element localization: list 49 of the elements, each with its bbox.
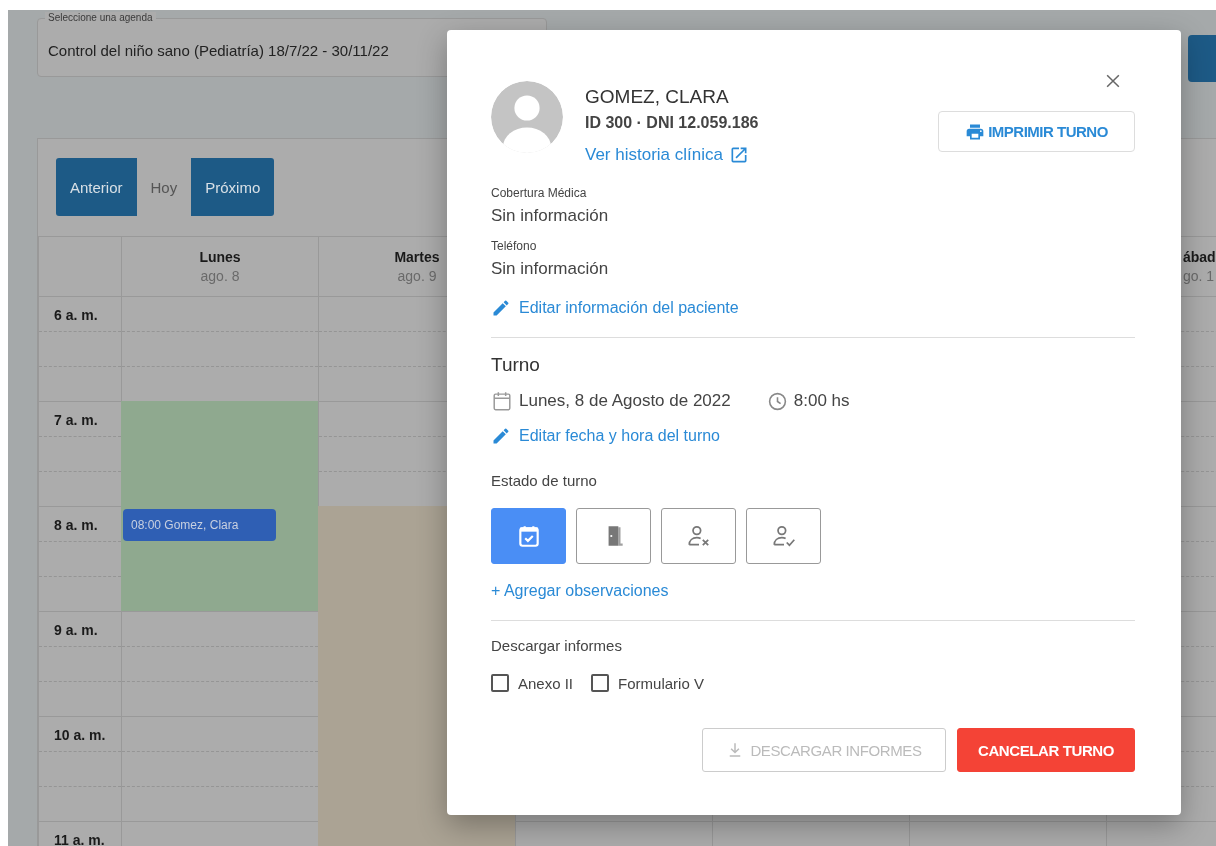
checkbox-label: Anexo II	[518, 674, 574, 692]
day-name: Martes	[394, 249, 440, 265]
field-label: Teléfono	[491, 239, 538, 253]
hour-label: 10 a. m.	[54, 727, 106, 743]
hour-label: 8 a. m.	[54, 517, 98, 533]
appointment-date: Lunes, 8 de Agosto de 2022	[519, 391, 731, 411]
day-date: ago. 9	[397, 268, 437, 284]
clinical-history-link[interactable]: Ver historia clínica	[585, 145, 749, 165]
status-button[interactable]	[746, 508, 821, 564]
field-value: Sin información	[491, 259, 610, 279]
appointment-event[interactable]: 08:00 Gomez, Clara	[123, 509, 276, 541]
edit-date-link[interactable]: Editar fecha y hora del turno	[491, 426, 720, 446]
section-title: Turno	[491, 354, 541, 376]
patient-name: GOMEZ, CLARA	[585, 86, 730, 108]
previous-button[interactable]: Anterior	[56, 158, 137, 216]
checkbox-label: Formulario V	[618, 674, 704, 692]
status-button[interactable]	[491, 508, 566, 564]
print-button[interactable]: IMPRIMIR TURNO	[938, 111, 1135, 152]
day-name: Lunes	[199, 249, 241, 265]
day-name: ábad	[1183, 249, 1216, 265]
edit-patient-link[interactable]: Editar información del paciente	[491, 298, 739, 318]
appointment-time: 8:00 hs	[793, 391, 850, 411]
field-value: Sin información	[491, 206, 610, 226]
section-label: Estado de turno	[491, 472, 598, 489]
cancel-appointment-button[interactable]: CANCELAR TURNO	[957, 728, 1135, 772]
person-check-icon	[770, 523, 797, 549]
patient-ids: ID 300 · DNI 12.059.186	[585, 114, 760, 132]
hour-label: 9 a. m.	[54, 622, 98, 638]
add-observations-link[interactable]: + Agregar observaciones	[491, 582, 669, 600]
section-label: Descargar informes	[491, 637, 623, 654]
status-button[interactable]	[661, 508, 736, 564]
checkbox[interactable]	[591, 674, 610, 692]
field-label: Seleccione una agenda	[45, 12, 156, 23]
hour-label: 11 a. m.	[54, 832, 105, 846]
day-date: go. 1	[1183, 268, 1215, 284]
calendar-icon	[491, 390, 513, 412]
avatar-placeholder	[491, 81, 563, 153]
pencil-icon	[491, 298, 511, 318]
status-button[interactable]	[576, 508, 651, 564]
next-button[interactable]: Próximo	[191, 158, 275, 216]
hour-label: 6 a. m.	[54, 307, 98, 323]
clock-icon	[766, 390, 788, 412]
hour-label: 7 a. m.	[54, 412, 98, 428]
pencil-icon	[491, 426, 511, 446]
checkbox[interactable]	[491, 674, 509, 692]
field-value: Control del niño sano (Pediatría) 18/7/22 - 30/11/22	[48, 42, 389, 59]
day-date: ago. 8	[200, 268, 240, 284]
person-x-icon	[685, 523, 712, 549]
field-label: Cobertura Médica	[491, 186, 588, 200]
